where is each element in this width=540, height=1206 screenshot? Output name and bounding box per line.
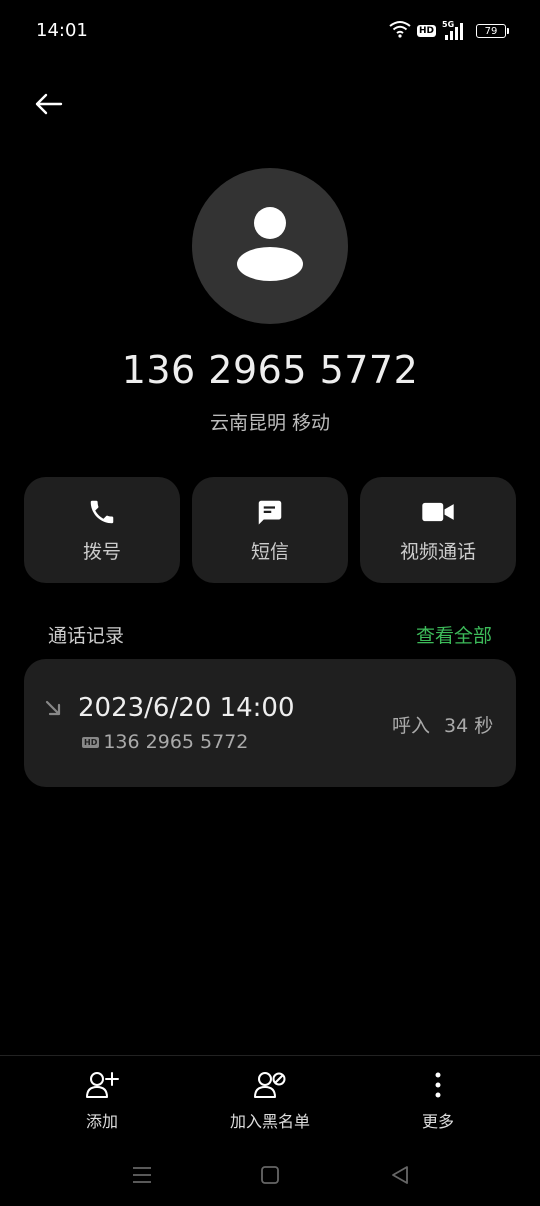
call-duration: 34 秒 xyxy=(444,715,494,737)
add-label: 添加 xyxy=(85,1112,118,1131)
video-call-label: 视频通话 xyxy=(399,540,476,563)
more-label: 更多 xyxy=(421,1112,454,1131)
hd-icon: HD xyxy=(416,25,436,37)
status-bar: 14:01 HD 5G 79 xyxy=(0,0,540,62)
add-person-icon xyxy=(85,1066,119,1104)
call-button[interactable]: 拨号 xyxy=(24,477,180,583)
call-history-title: 通话记录 xyxy=(48,624,125,647)
back-button[interactable] xyxy=(30,88,66,124)
sms-label: 短信 xyxy=(250,540,289,563)
call-number: 136 2965 5772 xyxy=(103,731,249,753)
wifi-icon xyxy=(389,20,411,42)
blacklist-label: 加入黑名单 xyxy=(229,1112,310,1131)
incoming-call-icon xyxy=(44,699,62,721)
call-history-header: 通话记录 查看全部 xyxy=(48,620,492,648)
avatar xyxy=(192,168,348,324)
battery-level: 79 xyxy=(484,25,498,37)
status-time: 14:01 xyxy=(36,20,88,41)
battery-icon: 79 xyxy=(476,24,509,38)
home-nav-icon[interactable] xyxy=(255,1160,285,1190)
network-type: 5G xyxy=(442,20,455,29)
contact-phone: 136 2965 5772 xyxy=(121,348,419,392)
contact-location: 云南昆明 移动 xyxy=(209,412,331,434)
status-icons: HD 5G 79 xyxy=(389,20,509,42)
action-buttons: 拨号 短信 视频通话 xyxy=(24,477,516,583)
phone-icon xyxy=(87,497,117,527)
more-vertical-icon xyxy=(433,1066,443,1104)
block-person-icon xyxy=(253,1066,287,1104)
view-all-link[interactable]: 查看全部 xyxy=(416,621,492,648)
blacklist-button[interactable]: 加入黑名单 xyxy=(200,1066,340,1132)
video-camera-icon xyxy=(421,497,455,527)
menu-nav-icon[interactable] xyxy=(127,1160,157,1190)
bottom-actions: 添加 加入黑名单 更多 xyxy=(0,1066,540,1136)
message-icon xyxy=(255,497,285,527)
call-datetime: 2023/6/20 14:00 xyxy=(78,693,295,723)
back-nav-icon[interactable] xyxy=(385,1160,415,1190)
add-contact-button[interactable]: 添加 xyxy=(32,1066,172,1132)
call-history-entry[interactable]: 2023/6/20 14:00 HD 136 2965 5772 呼入 34 秒 xyxy=(24,659,516,787)
hd-call-icon: HD xyxy=(82,736,100,748)
arrow-left-icon xyxy=(33,92,63,120)
bottom-divider xyxy=(0,1055,540,1056)
call-number-row: HD 136 2965 5772 xyxy=(82,731,248,753)
person-icon xyxy=(235,206,305,286)
navigation-bar xyxy=(0,1146,540,1206)
more-button[interactable]: 更多 xyxy=(368,1066,508,1132)
signal-icon: 5G xyxy=(442,20,470,40)
sms-button[interactable]: 短信 xyxy=(192,477,348,583)
video-call-button[interactable]: 视频通话 xyxy=(360,477,516,583)
call-type: 呼入 xyxy=(392,715,431,737)
call-label: 拨号 xyxy=(82,540,121,563)
